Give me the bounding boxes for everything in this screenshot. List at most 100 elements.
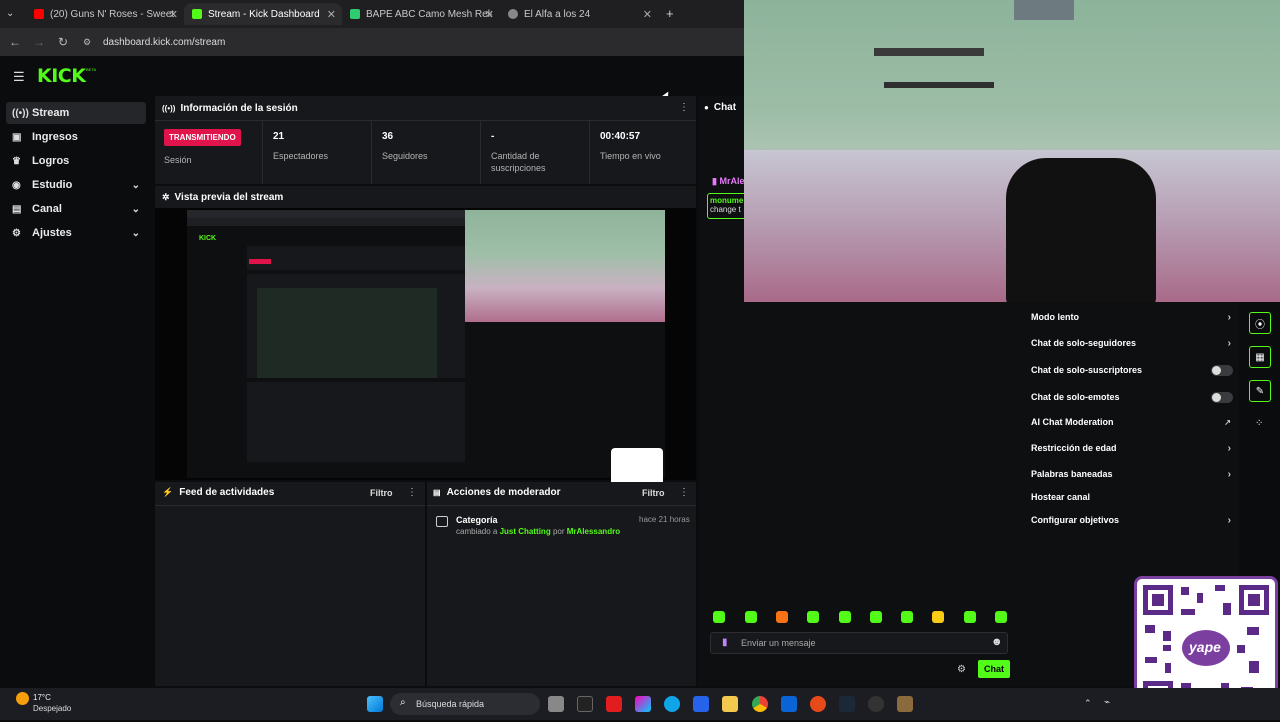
weather-icon[interactable]	[16, 692, 29, 705]
status-label: Sesión	[164, 155, 192, 165]
edge-icon[interactable]	[664, 696, 680, 712]
chat-input[interactable]: ▮ Enviar un mensaje ☻	[710, 632, 1008, 654]
taskbar-search[interactable]: ⌕ Búsqueda rápida	[390, 693, 540, 715]
category-icon	[436, 516, 448, 527]
mod-entry-time: hace 21 horas	[639, 515, 690, 524]
menu-item-subscribers-only[interactable]: Chat de solo-suscriptores	[1031, 364, 1233, 376]
mod-entry-by: por	[552, 527, 565, 536]
sidebar-item-stream[interactable]: ((•)) Stream	[6, 102, 146, 124]
mod-entry-detail: cambiado a Just Chatting por MrAlessandr…	[456, 527, 620, 536]
emote-icon[interactable]	[901, 611, 913, 623]
chat-send-button[interactable]: Chat	[978, 660, 1010, 678]
tab-kick-dashboard[interactable]: Stream - Kick Dashboard ✕	[184, 3, 342, 25]
live-time-label: Tiempo en vivo	[600, 151, 661, 161]
obs-icon[interactable]	[868, 696, 884, 712]
url-field[interactable]: dashboard.kick.com/stream	[103, 37, 225, 48]
menu-item-emotes-only[interactable]: Chat de solo-emotes	[1031, 391, 1233, 403]
panel-title: Información de la sesión	[180, 103, 298, 114]
mod-entry-category[interactable]: Just Chatting	[500, 527, 551, 536]
yape-logo: yape	[1189, 639, 1221, 655]
hamburger-menu-icon[interactable]: ☰	[13, 69, 25, 85]
emote-icon[interactable]	[870, 611, 882, 623]
chrome-icon[interactable]	[752, 696, 768, 712]
sidebar-item-canal[interactable]: ▤ Canal ⌄	[6, 198, 146, 220]
menu-item-banned-words[interactable]: Palabras baneadas ›	[1031, 469, 1233, 480]
close-icon[interactable]: ✕	[327, 8, 336, 21]
search-placeholder: Búsqueda rápida	[416, 699, 485, 709]
emote-icon[interactable]	[713, 611, 725, 623]
filter-button[interactable]: Filtro	[642, 488, 665, 498]
menu-item-followers-only[interactable]: Chat de solo-seguidores ›	[1031, 338, 1233, 349]
mod-entry-prefix: cambiado a	[456, 527, 498, 536]
divider	[371, 120, 372, 184]
kick-logo[interactable]: KICK	[37, 65, 86, 87]
mod-entry-title: Categoría	[456, 515, 498, 525]
weather-desc[interactable]: Despejado	[33, 704, 71, 713]
emoji-icon[interactable]: ☻	[991, 636, 1003, 648]
store-icon[interactable]	[693, 696, 709, 712]
menu-item-ai-moderation[interactable]: AI Chat Moderation ↗	[1031, 417, 1233, 427]
outlook-icon[interactable]	[781, 696, 797, 712]
chat-bubble-icon: ●	[704, 103, 709, 112]
menu-item-goals[interactable]: Configurar objetivos ›	[1031, 515, 1233, 526]
chevron-down-icon: ⌄	[131, 203, 140, 215]
close-icon[interactable]: ✕	[643, 8, 652, 21]
gear-icon: ⚙	[12, 227, 21, 239]
sidebar-item-logros[interactable]: ♛ Logros	[6, 150, 146, 172]
subscribers-only-toggle[interactable]	[1211, 364, 1233, 376]
chevron-up-icon[interactable]: ⌃	[1084, 698, 1092, 709]
emote-icon[interactable]	[932, 611, 944, 623]
filter-button[interactable]: Filtro	[370, 488, 393, 498]
emote-icon[interactable]	[839, 611, 851, 623]
more-options-icon[interactable]: ⋮	[407, 487, 417, 498]
chat-username[interactable]: MrAle	[719, 176, 744, 186]
close-icon[interactable]: ✕	[485, 8, 494, 21]
emote-icon[interactable]	[745, 611, 757, 623]
windows-start-icon[interactable]	[367, 696, 383, 712]
back-icon[interactable]: ←	[3, 35, 27, 49]
menu-item-host-channel[interactable]: Hostear canal	[1031, 492, 1233, 502]
mod-entry-user[interactable]: MrAlessandro	[567, 527, 620, 536]
broadcast-icon[interactable]: ⦿	[1249, 312, 1271, 334]
weather-temp[interactable]: 17°C	[33, 693, 51, 702]
epic-games-icon[interactable]	[577, 696, 593, 712]
sidebar-item-ajustes[interactable]: ⚙ Ajustes ⌄	[6, 222, 146, 244]
tab-label: Stream - Kick Dashboard	[208, 8, 320, 20]
tab-el-alfa[interactable]: El Alfa a los 24 ✕	[500, 3, 658, 25]
new-tab-button[interactable]: +	[666, 6, 674, 21]
emote-icon[interactable]	[995, 611, 1007, 623]
emote-icon[interactable]	[807, 611, 819, 623]
close-icon[interactable]: ✕	[169, 8, 178, 21]
emote-icon[interactable]	[776, 611, 788, 623]
chat-settings-icon[interactable]: ⚙	[957, 664, 966, 675]
menu-item-age-restriction[interactable]: Restricción de edad ›	[1031, 443, 1233, 454]
emotes-only-toggle[interactable]	[1211, 391, 1233, 403]
task-view-icon[interactable]	[548, 696, 564, 712]
file-explorer-icon[interactable]	[722, 696, 738, 712]
sidebar-item-estudio[interactable]: ◉ Estudio ⌄	[6, 174, 146, 196]
forward-icon[interactable]: →	[27, 35, 51, 49]
stream-preview-video[interactable]: KICK	[155, 208, 696, 496]
more-options-icon[interactable]: ⋮	[679, 102, 689, 113]
steam-icon[interactable]	[839, 696, 855, 712]
app-icon[interactable]	[897, 696, 913, 712]
emote-icon[interactable]	[964, 611, 976, 623]
more-options-icon[interactable]: ⋮	[679, 487, 689, 498]
layout-icon[interactable]: ▦	[1249, 346, 1271, 368]
users-icon[interactable]: ⁘	[1255, 418, 1263, 429]
network-icon[interactable]: ⌁	[1104, 697, 1110, 708]
menu-item-slow-mode[interactable]: Modo lento ›	[1031, 312, 1233, 323]
tab-list-icon[interactable]: ⌄	[6, 8, 14, 19]
tab-bape[interactable]: BAPE ABC Camo Mesh Relaxed ✕	[342, 3, 500, 25]
site-info-icon[interactable]: ⚙	[75, 37, 99, 48]
acrobat-icon[interactable]	[606, 696, 622, 712]
sidebar-item-ingresos[interactable]: ▣ Ingresos	[6, 126, 146, 148]
copilot-icon[interactable]	[635, 696, 651, 712]
wrench-icon[interactable]: ✎	[1249, 380, 1271, 402]
ea-icon[interactable]	[810, 696, 826, 712]
chat-header: ● Chat	[704, 102, 736, 113]
reload-icon[interactable]: ↻	[51, 35, 75, 49]
tab-youtube[interactable]: (20) Guns N' Roses - Sweet Chil ✕	[26, 3, 184, 25]
sidebar-item-label: Estudio	[32, 179, 73, 191]
preview-webcam	[465, 210, 665, 322]
